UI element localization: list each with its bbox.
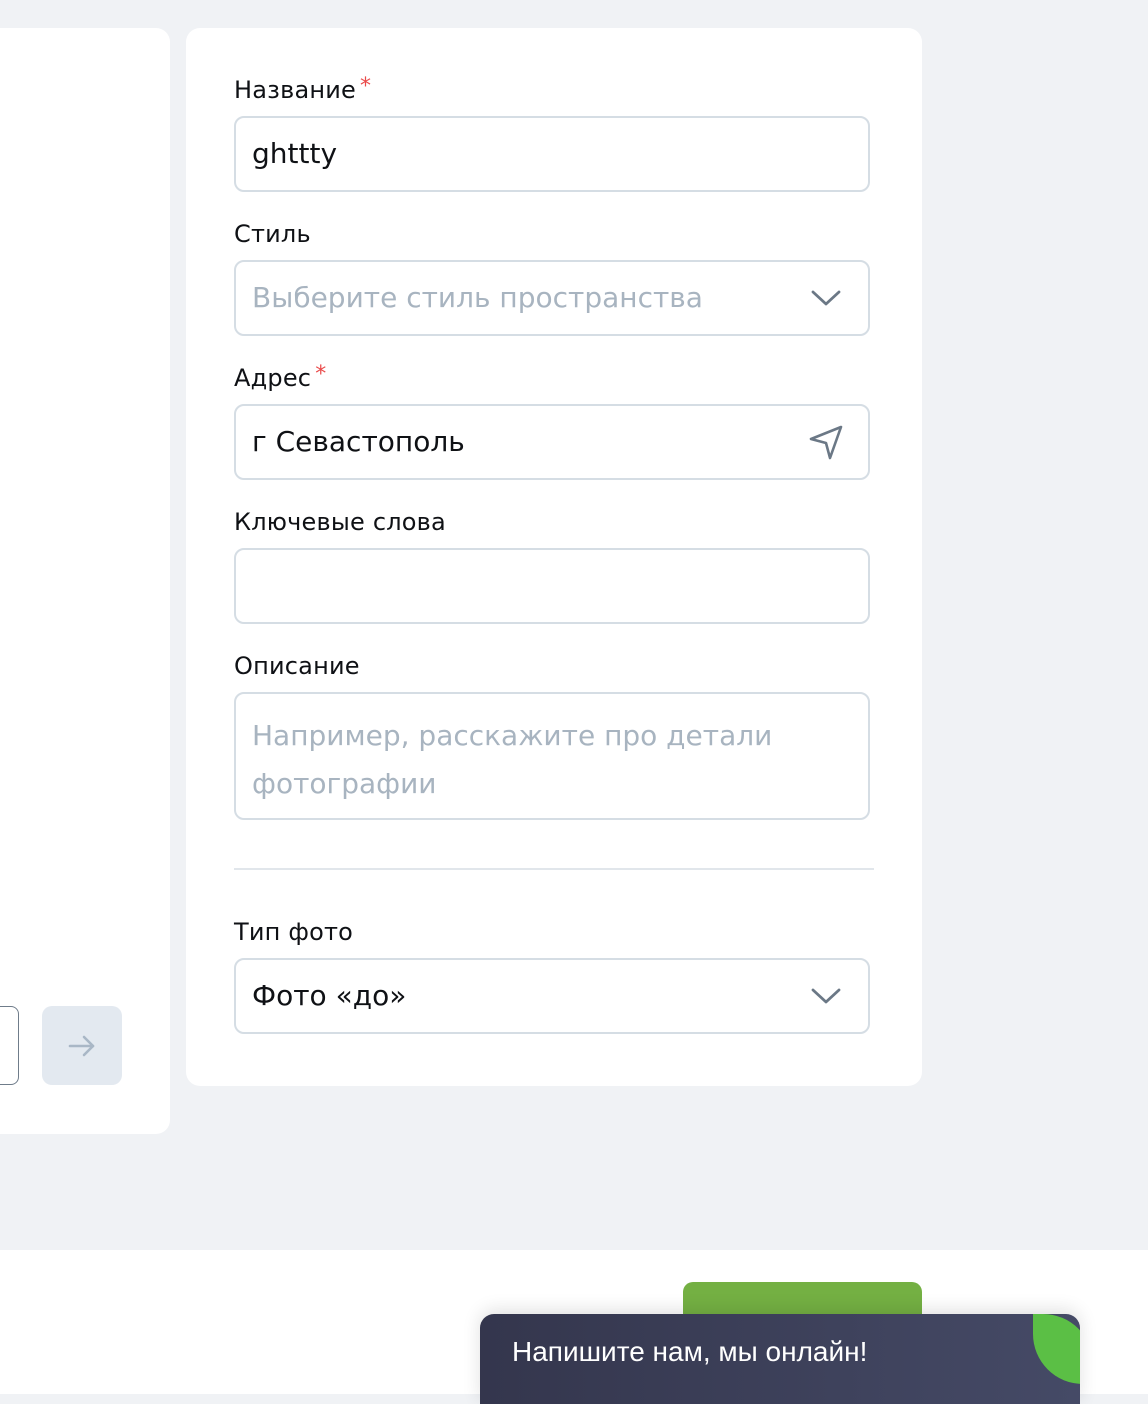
arrow-right-icon <box>66 1030 98 1062</box>
description-label: Описание <box>234 652 360 680</box>
photo-type-value: Фото «до» <box>252 979 407 1012</box>
style-placeholder: Выберите стиль пространства <box>252 281 703 314</box>
style-label: Стиль <box>234 220 311 248</box>
style-select[interactable]: Выберите стиль пространства <box>234 260 870 336</box>
navigation-arrow-icon[interactable] <box>806 406 846 478</box>
keywords-input[interactable] <box>252 550 812 622</box>
description-textarea[interactable] <box>252 712 852 836</box>
address-label: Адрес * <box>234 362 327 392</box>
address-label-text: Адрес <box>234 364 312 392</box>
space-form-card: Название * ghttty Стиль Выберите стиль пр… <box>186 28 922 1086</box>
left-panel <box>0 28 170 1134</box>
description-field[interactable] <box>234 692 870 836</box>
chevron-down-icon[interactable] <box>806 960 846 1032</box>
photo-type-select[interactable]: Фото «до» <box>234 958 870 1034</box>
name-label: Название * <box>234 74 372 104</box>
required-mark: * <box>315 362 327 387</box>
chat-widget-text: Напишите нам, мы онлайн! <box>512 1336 868 1367</box>
name-label-text: Название <box>234 76 357 104</box>
keywords-field[interactable] <box>234 548 870 624</box>
left-panel-input[interactable] <box>0 1006 19 1085</box>
address-field[interactable]: г Севастополь <box>234 404 870 480</box>
chat-widget[interactable]: Напишите нам, мы онлайн! <box>480 1314 1080 1404</box>
name-field[interactable]: ghttty <box>234 116 870 192</box>
name-input[interactable]: ghttty <box>252 118 337 190</box>
photo-type-label: Тип фото <box>234 918 354 946</box>
divider <box>234 868 874 870</box>
next-button[interactable] <box>42 1006 122 1085</box>
address-input[interactable]: г Севастополь <box>252 406 465 478</box>
chevron-down-icon[interactable] <box>806 262 846 334</box>
required-mark: * <box>360 74 372 99</box>
chat-accent-shape <box>1033 1314 1080 1384</box>
keywords-label: Ключевые слова <box>234 508 446 536</box>
